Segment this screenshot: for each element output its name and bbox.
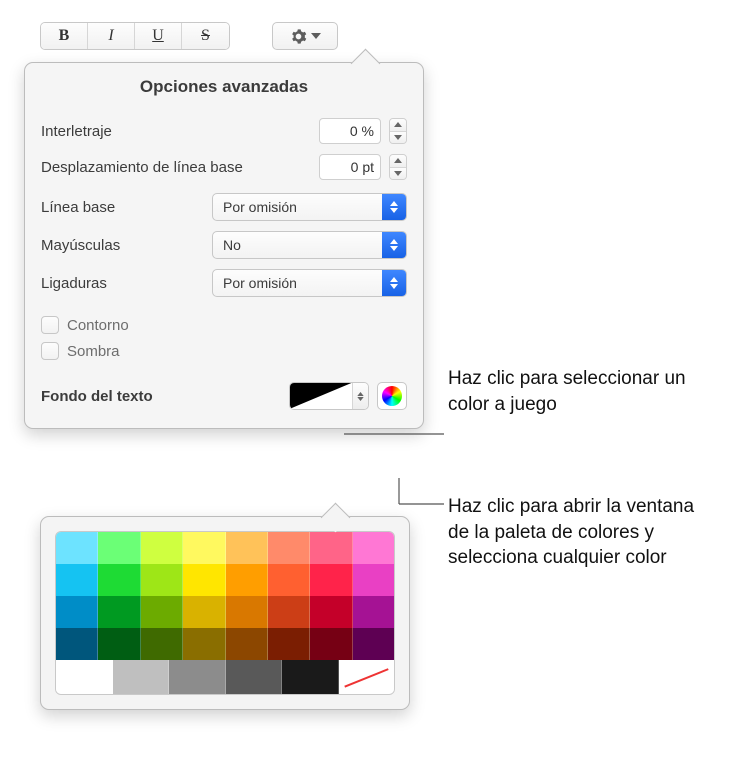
callout-swatch: Haz clic para seleccionar un color a jue… — [448, 366, 688, 417]
callout-wheel: Haz clic para abrir la ventana de la pal… — [448, 494, 718, 571]
